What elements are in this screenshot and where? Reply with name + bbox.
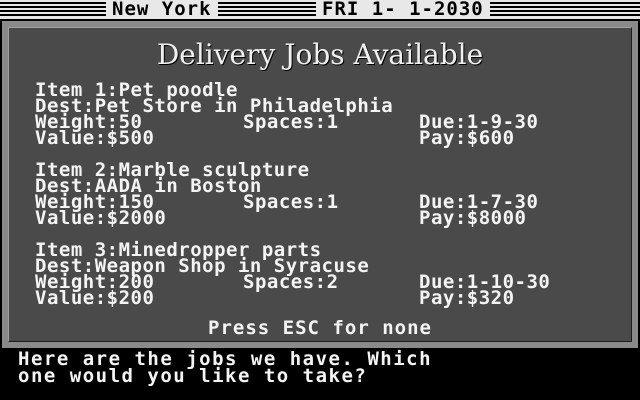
status-bar: New York FRI 1- 1-2030: [0, 0, 640, 19]
job-pay: Pay:$600: [419, 127, 515, 149]
job-value: Value:$200: [35, 287, 155, 309]
job-pay: Pay:$320: [419, 287, 515, 309]
game-window: Delivery Jobs Available Item 1:Pet poodl…: [0, 19, 640, 350]
dialogue-message: Here are the jobs we have. Which one wou…: [0, 350, 640, 400]
job-option-2[interactable]: Item 2:Marble sculpture Dest:AADA in Bos…: [35, 161, 615, 229]
job-spaces: Spaces:2: [243, 271, 339, 293]
job-spaces: Spaces:1: [243, 191, 339, 213]
esc-to-cancel-hint: Press ESC for none: [208, 317, 432, 339]
job-pay: Pay:$8000: [419, 207, 527, 229]
delivery-jobs-panel: Delivery Jobs Available Item 1:Pet poodl…: [8, 27, 632, 342]
dialogue-line-2: one would you like to take?: [18, 365, 368, 387]
job-option-3[interactable]: Item 3:Minedropper parts Dest:Weapon Sho…: [35, 241, 615, 309]
job-value: Value:$2000: [35, 207, 167, 229]
current-location: New York: [106, 0, 218, 19]
job-spaces: Spaces:1: [243, 111, 339, 133]
job-option-1[interactable]: Item 1:Pet poodle Dest:Pet Store in Phil…: [35, 81, 615, 149]
panel-title: Delivery Jobs Available: [156, 38, 484, 71]
job-value: Value:$500: [35, 127, 155, 149]
current-date: FRI 1- 1-2030: [316, 0, 490, 19]
